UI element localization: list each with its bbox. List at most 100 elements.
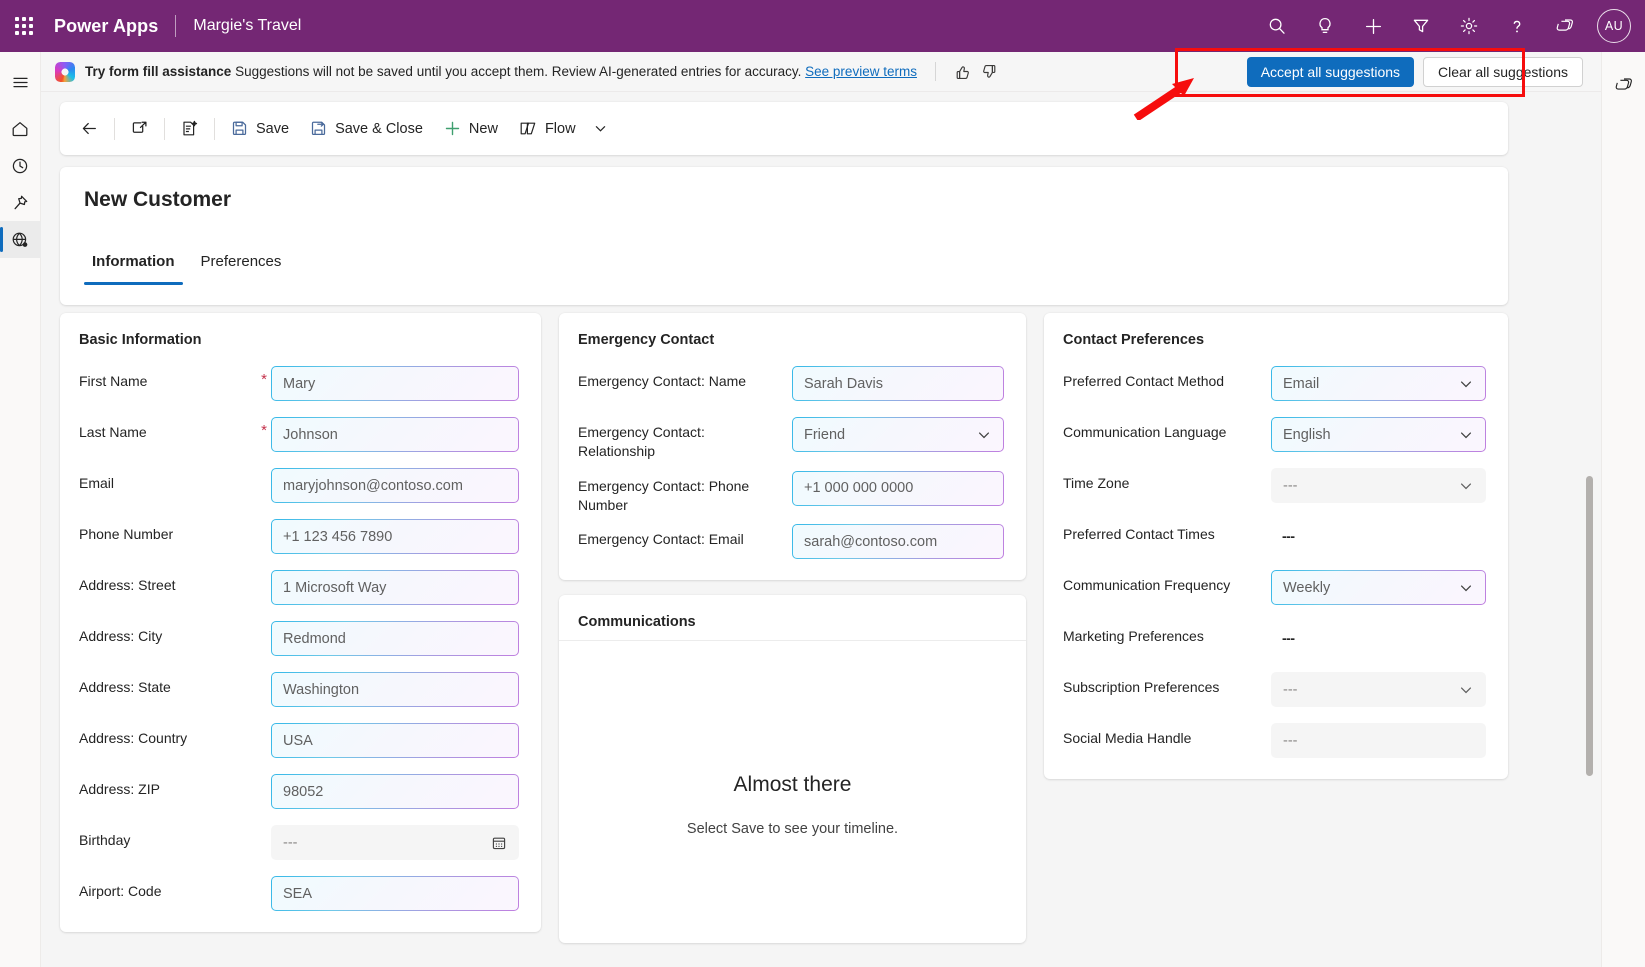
field-value-emergency-contact-phone-number: +1 000 000 0000: [804, 480, 913, 496]
field-input-time-zone[interactable]: ---: [1271, 468, 1486, 503]
filter-icon[interactable]: [1397, 0, 1445, 52]
field-control: Friend: [792, 417, 1004, 452]
sidebar-item-home[interactable]: [0, 110, 41, 147]
field-control: USA: [271, 723, 519, 758]
field-input-communication-frequency[interactable]: Weekly: [1271, 570, 1486, 605]
sidebar-item-globe[interactable]: [0, 221, 41, 258]
field-spacer: [1257, 570, 1271, 576]
field-control: 98052: [271, 774, 519, 809]
field-input-preferred-contact-method[interactable]: Email: [1271, 366, 1486, 401]
search-icon[interactable]: [1253, 0, 1301, 52]
open-in-new-window-button[interactable]: [120, 109, 159, 149]
sidebar-item-recent[interactable]: [0, 147, 41, 184]
field-input-subscription-preferences[interactable]: ---: [1271, 672, 1486, 707]
tab-preferences[interactable]: Preferences: [193, 247, 290, 285]
field-value-address-state: Washington: [283, 682, 359, 698]
left-navigation-rail: [0, 52, 41, 967]
form-tabs: Information Preferences: [84, 247, 289, 285]
field-input-social-media-handle[interactable]: ---: [1271, 723, 1486, 758]
field-input-address-zip[interactable]: 98052: [271, 774, 519, 809]
copilot-icon[interactable]: [1541, 0, 1589, 52]
field-input-emergency-contact-phone-number[interactable]: +1 000 000 0000: [792, 471, 1004, 506]
field-label-emergency-contact-email: Emergency Contact: Email: [578, 524, 778, 549]
field-input-email[interactable]: maryjohnson@contoso.com: [271, 468, 519, 503]
brand-name[interactable]: Power Apps: [54, 16, 158, 37]
emergency-contact-card: Emergency Contact Emergency Contact: Nam…: [559, 313, 1026, 580]
help-icon[interactable]: [1493, 0, 1541, 52]
new-button[interactable]: New: [433, 109, 508, 149]
field-value-airport-code: SEA: [283, 886, 312, 902]
field-input-address-state[interactable]: Washington: [271, 672, 519, 707]
field-input-address-country[interactable]: USA: [271, 723, 519, 758]
clear-all-suggestions-button[interactable]: Clear all suggestions: [1423, 57, 1583, 87]
field-input-address-city[interactable]: Redmond: [271, 621, 519, 656]
right-rail: [1601, 52, 1645, 967]
user-avatar[interactable]: AU: [1597, 9, 1631, 43]
app-name[interactable]: Margie's Travel: [193, 17, 301, 35]
copilot-icon: [55, 62, 75, 82]
save-and-close-button[interactable]: Save & Close: [299, 109, 433, 149]
field-label-marketing-preferences: Marketing Preferences: [1063, 621, 1257, 646]
communications-card: Communications Almost there Select Save …: [559, 595, 1026, 943]
field-control: Johnson: [271, 417, 519, 452]
field-value-communication-frequency: Weekly: [1283, 580, 1330, 596]
app-launcher-waffle-icon[interactable]: [0, 0, 48, 52]
chevron-down-icon: [976, 427, 992, 443]
banner-divider: [935, 62, 936, 81]
field-value-phone-number: +1 123 456 7890: [283, 529, 392, 545]
tab-information[interactable]: Information: [84, 247, 183, 285]
field-input-birthday[interactable]: ---: [271, 825, 519, 860]
form-row-emergency-contact-name: Emergency Contact: NameSarah Davis: [578, 357, 1004, 408]
copilot-icon[interactable]: [1603, 66, 1644, 103]
accept-all-suggestions-button[interactable]: Accept all suggestions: [1247, 57, 1414, 87]
field-input-address-street[interactable]: 1 Microsoft Way: [271, 570, 519, 605]
field-input-airport-code[interactable]: SEA: [271, 876, 519, 911]
plus-icon[interactable]: [1349, 0, 1397, 52]
field-input-first-name[interactable]: Mary: [271, 366, 519, 401]
chevron-down-icon: [1458, 427, 1474, 443]
field-spacer: [257, 621, 271, 627]
back-button[interactable]: [70, 109, 109, 149]
vertical-scrollbar-thumb[interactable]: [1586, 476, 1593, 776]
field-control: Mary: [271, 366, 519, 401]
field-value-address-country: USA: [283, 733, 313, 749]
thumbs-up-icon[interactable]: [950, 59, 976, 85]
field-control: Email: [1271, 366, 1486, 401]
assist-edit-icon: [180, 119, 199, 138]
sidebar-item-pinned[interactable]: [0, 184, 41, 221]
field-value-email: maryjohnson@contoso.com: [283, 478, 463, 494]
chevron-down-icon: [1458, 580, 1474, 596]
top-navigation-bar: Power Apps Margie's Travel: [0, 0, 1645, 52]
field-input-emergency-contact-email[interactable]: sarah@contoso.com: [792, 524, 1004, 559]
thumbs-down-icon[interactable]: [976, 59, 1002, 85]
calendar-icon: [491, 835, 507, 851]
contact-preferences-fields: Preferred Contact MethodEmailCommunicati…: [1063, 357, 1486, 765]
assisted-edit-button[interactable]: [170, 109, 209, 149]
section-title: Communications: [578, 614, 1004, 630]
flow-button[interactable]: Flow: [508, 109, 618, 149]
see-preview-terms-link[interactable]: See preview terms: [805, 64, 917, 79]
field-spacer: [257, 672, 271, 678]
flow-icon: [518, 119, 538, 138]
form-row-last-name: Last Name*Johnson: [79, 408, 519, 459]
form-row-marketing-preferences: Marketing Preferences ---: [1063, 612, 1486, 663]
field-input-emergency-contact-name[interactable]: Sarah Davis: [792, 366, 1004, 401]
field-spacer: [257, 468, 271, 474]
gear-icon[interactable]: [1445, 0, 1493, 52]
field-value-subscription-preferences: ---: [1283, 682, 1298, 698]
column-emergency-communications: Emergency Contact Emergency Contact: Nam…: [559, 313, 1026, 967]
field-input-communication-language[interactable]: English: [1271, 417, 1486, 452]
field-control: ---: [1271, 621, 1486, 646]
save-button[interactable]: Save: [220, 109, 299, 149]
lightbulb-icon[interactable]: [1301, 0, 1349, 52]
field-value-emergency-contact-name: Sarah Davis: [804, 376, 883, 392]
field-input-phone-number[interactable]: +1 123 456 7890: [271, 519, 519, 554]
command-divider: [164, 118, 165, 140]
field-input-emergency-contact-relationship[interactable]: Friend: [792, 417, 1004, 452]
field-spacer: [257, 519, 271, 525]
field-value-emergency-contact-email: sarah@contoso.com: [804, 534, 937, 550]
hamburger-icon[interactable]: [0, 64, 41, 101]
field-input-last-name[interactable]: Johnson: [271, 417, 519, 452]
required-indicator: *: [257, 366, 271, 387]
required-indicator: *: [257, 417, 271, 438]
